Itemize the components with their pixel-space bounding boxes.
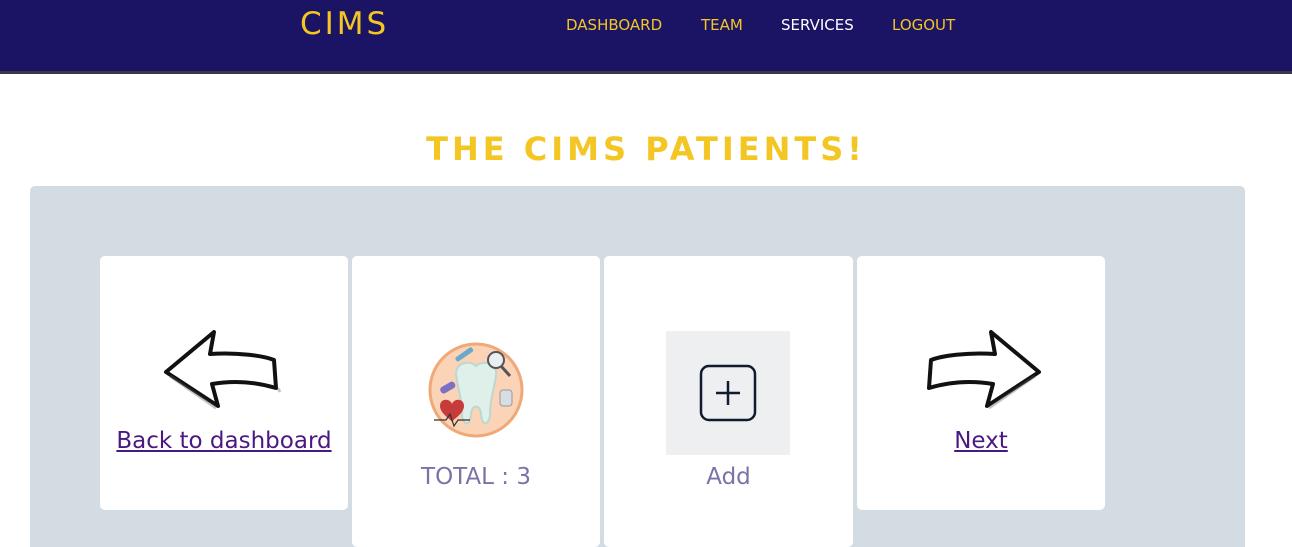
add-icon-box[interactable] [666, 331, 790, 455]
next-link[interactable]: Next [857, 428, 1105, 454]
cards-panel: Back to dashboard TOTAL : 3 Add Next [30, 186, 1245, 547]
nav-services[interactable]: SERVICES [781, 16, 854, 34]
total-card: TOTAL : 3 [352, 256, 600, 547]
right-arrow-icon [927, 330, 1041, 410]
nav-dashboard[interactable]: DASHBOARD [566, 16, 662, 34]
back-to-dashboard-link[interactable]: Back to dashboard [100, 428, 348, 454]
add-label[interactable]: Add [604, 464, 853, 490]
dental-tooth-icon [428, 342, 524, 438]
plus-square-icon [699, 364, 757, 422]
brand-logo[interactable]: CIMS [300, 6, 389, 42]
back-card[interactable]: Back to dashboard [100, 256, 348, 510]
add-card[interactable]: Add [604, 256, 853, 547]
nav-team[interactable]: TEAM [701, 16, 743, 34]
left-arrow-icon [164, 330, 282, 410]
total-count: TOTAL : 3 [421, 464, 531, 490]
nav-logout[interactable]: LOGOUT [892, 16, 955, 34]
next-card[interactable]: Next [857, 256, 1105, 510]
navbar: CIMS DASHBOARD TEAM SERVICES LOGOUT [0, 0, 1292, 74]
page-title: THE CIMS PATIENTS! [426, 130, 866, 168]
